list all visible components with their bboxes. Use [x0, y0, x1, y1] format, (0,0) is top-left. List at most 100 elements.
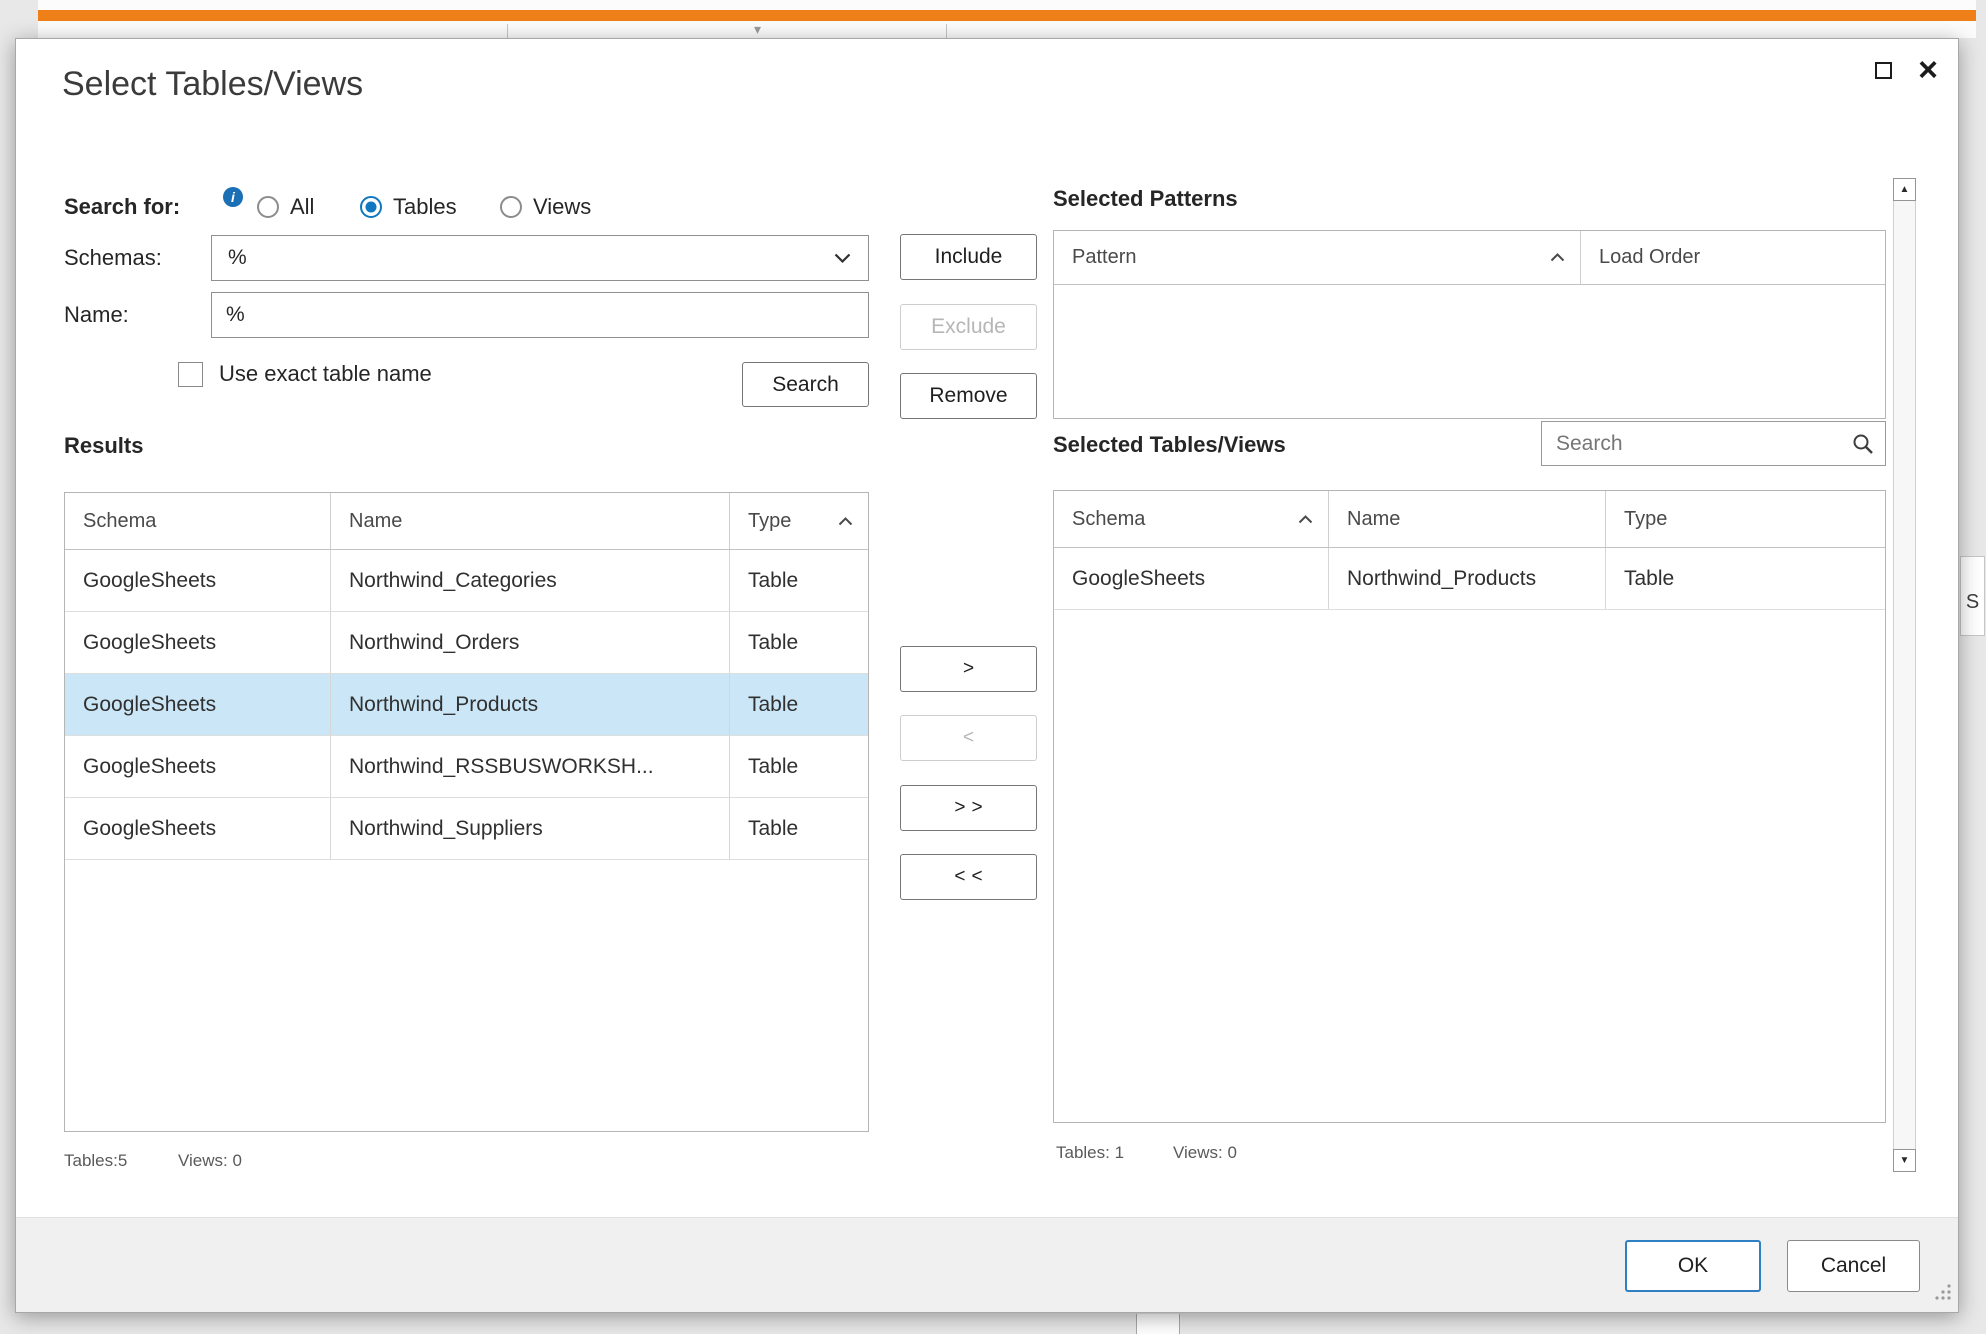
schemas-select[interactable]: % [211, 235, 869, 281]
results-header-type[interactable]: Type [730, 493, 868, 549]
radio-all[interactable]: All [257, 195, 314, 219]
info-icon: i [223, 187, 243, 207]
exclude-button[interactable]: Exclude [900, 304, 1037, 350]
cell-type: Table [730, 798, 868, 859]
schemas-select-value: % [228, 246, 247, 270]
cell-schema: GoogleSheets [65, 550, 331, 611]
results-row[interactable]: GoogleSheets Northwind_RSSBUSWORKSH... T… [65, 736, 868, 798]
sort-asc-icon [1287, 514, 1314, 525]
cell-type: Table [730, 736, 868, 797]
results-header-schema[interactable]: Schema [65, 493, 331, 549]
cell-name: Northwind_Products [331, 674, 730, 735]
cell-type: Table [730, 550, 868, 611]
window-controls: × [1875, 55, 1938, 85]
selected-tables-table: Schema Name Type GoogleSheets Northwind_… [1053, 490, 1886, 1123]
cell-type: Table [730, 612, 868, 673]
radio-circle-icon[interactable] [500, 196, 522, 218]
cell-schema: GoogleSheets [65, 736, 331, 797]
exact-table-name-label: Use exact table name [219, 361, 432, 387]
selected-tables-heading: Selected Tables/Views [1053, 432, 1286, 458]
radio-tables[interactable]: Tables [360, 195, 457, 219]
sort-asc-icon [1539, 252, 1566, 263]
cell-name: Northwind_RSSBUSWORKSH... [331, 736, 730, 797]
radio-all-label: All [290, 194, 314, 220]
selected-header-type-label: Type [1624, 508, 1667, 531]
radio-views-label: Views [533, 194, 591, 220]
remove-selected-button[interactable]: < [900, 715, 1037, 761]
results-row[interactable]: GoogleSheets Northwind_Suppliers Table [65, 798, 868, 860]
maximize-icon[interactable] [1875, 62, 1892, 79]
search-input[interactable] [1542, 422, 1885, 465]
results-views-count: Views: 0 [178, 1151, 242, 1171]
cell-schema: GoogleSheets [1054, 548, 1329, 609]
remove-all-button[interactable]: << [900, 854, 1037, 900]
patterns-header-pattern-label: Pattern [1072, 246, 1136, 269]
selected-tables-search [1541, 421, 1886, 466]
results-heading: Results [64, 433, 143, 459]
schemas-label: Schemas: [64, 245, 162, 271]
close-icon[interactable]: × [1918, 57, 1938, 83]
selected-tables-count: Tables: 1 [1056, 1143, 1124, 1163]
resize-grip[interactable] [1933, 1282, 1953, 1307]
radio-circle-icon[interactable] [257, 196, 279, 218]
cancel-button[interactable]: Cancel [1787, 1240, 1920, 1292]
background-partial-text: S [1966, 591, 1979, 613]
ok-button[interactable]: OK [1625, 1240, 1761, 1292]
add-all-button[interactable]: >> [900, 785, 1037, 831]
dialog-title: Select Tables/Views [62, 65, 363, 104]
cell-name: Northwind_Products [1329, 548, 1606, 609]
selected-patterns-table: Pattern Load Order [1053, 230, 1886, 419]
name-label: Name: [64, 302, 129, 328]
background-glyph: ▾ [754, 21, 761, 38]
selected-views-count: Views: 0 [1173, 1143, 1237, 1163]
cell-name: Northwind_Suppliers [331, 798, 730, 859]
search-icon[interactable] [1851, 432, 1875, 456]
results-tables-count: Tables:5 [64, 1151, 127, 1171]
background-divider [946, 24, 947, 38]
chevron-down-icon [833, 252, 852, 264]
results-table-header: Schema Name Type [65, 493, 868, 550]
results-table: Schema Name Type GoogleSheets Northwind_… [64, 492, 869, 1132]
scroll-down-button[interactable]: ▼ [1893, 1149, 1916, 1172]
patterns-header-load-order-label: Load Order [1599, 246, 1700, 269]
background-divider [507, 24, 508, 38]
background-splitter [1136, 1314, 1180, 1334]
include-button[interactable]: Include [900, 234, 1037, 280]
cell-schema: GoogleSheets [65, 674, 331, 735]
results-row-selected[interactable]: GoogleSheets Northwind_Products Table [65, 674, 868, 736]
results-row[interactable]: GoogleSheets Northwind_Orders Table [65, 612, 868, 674]
radio-tables-label: Tables [393, 194, 457, 220]
selected-patterns-header: Pattern Load Order [1054, 231, 1885, 285]
cell-name: Northwind_Categories [331, 550, 730, 611]
background-app-strip: ▾ [38, 0, 1976, 38]
radio-circle-icon[interactable] [360, 196, 382, 218]
scroll-down-icon: ▼ [1900, 1155, 1910, 1166]
search-button[interactable]: Search [742, 362, 869, 407]
cell-type: Table [730, 674, 868, 735]
remove-button[interactable]: Remove [900, 373, 1037, 419]
selected-header-name[interactable]: Name [1329, 491, 1606, 547]
patterns-header-load-order[interactable]: Load Order [1581, 231, 1885, 284]
name-input[interactable] [211, 292, 869, 338]
radio-views[interactable]: Views [500, 195, 591, 219]
scroll-up-icon: ▲ [1900, 184, 1910, 195]
results-row[interactable]: GoogleSheets Northwind_Categories Table [65, 550, 868, 612]
background-accent-bar [38, 10, 1976, 21]
selected-tables-header: Schema Name Type [1054, 491, 1885, 548]
results-header-name[interactable]: Name [331, 493, 730, 549]
patterns-header-pattern[interactable]: Pattern [1054, 231, 1581, 284]
scroll-up-button[interactable]: ▲ [1893, 178, 1916, 201]
exact-table-name-checkbox[interactable]: Use exact table name [178, 361, 432, 387]
checkbox-icon[interactable] [178, 362, 203, 387]
selected-header-type[interactable]: Type [1606, 491, 1885, 547]
vertical-scrollbar[interactable]: ▲ ▼ [1893, 178, 1916, 1172]
background-side-panel: S [1960, 556, 1985, 636]
selected-tables-row[interactable]: GoogleSheets Northwind_Products Table [1054, 548, 1885, 610]
results-header-type-label: Type [748, 510, 791, 533]
cell-schema: GoogleSheets [65, 798, 331, 859]
selected-patterns-heading: Selected Patterns [1053, 186, 1238, 212]
add-selected-button[interactable]: > [900, 646, 1037, 692]
results-header-name-label: Name [349, 510, 402, 533]
cell-type: Table [1606, 548, 1885, 609]
selected-header-schema[interactable]: Schema [1054, 491, 1329, 547]
